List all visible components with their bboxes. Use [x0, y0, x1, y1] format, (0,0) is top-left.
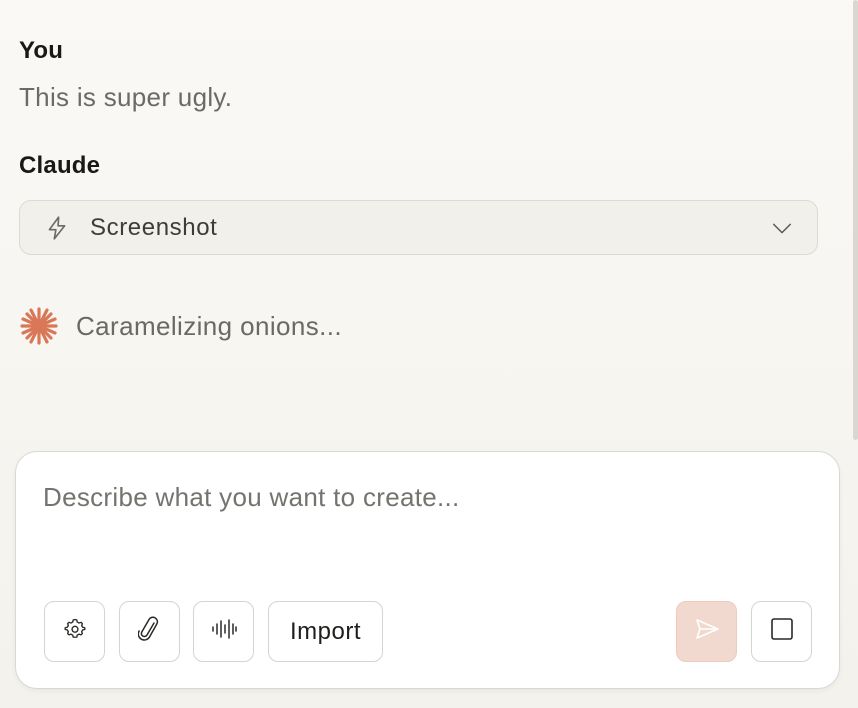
tool-call-screenshot[interactable]: Screenshot [19, 200, 818, 255]
status-text: Caramelizing onions... [76, 310, 343, 341]
waveform-icon [211, 618, 237, 645]
thinking-status: Caramelizing onions... [19, 306, 342, 346]
voice-button[interactable] [193, 601, 254, 662]
chevron-down-icon [771, 217, 793, 239]
settings-button[interactable] [44, 601, 105, 662]
stop-square-icon [770, 618, 793, 645]
attach-button[interactable] [119, 601, 180, 662]
scrollbar[interactable] [853, 0, 858, 440]
user-speaker-label: You [19, 37, 64, 64]
prompt-input[interactable] [43, 482, 803, 513]
send-button[interactable] [676, 601, 737, 662]
bolt-icon [44, 215, 70, 241]
user-message: This is super ugly. [19, 82, 233, 112]
import-button[interactable]: Import [268, 601, 383, 662]
chat-page: You This is super ugly. Claude Screensho… [0, 0, 858, 708]
assistant-speaker-label: Claude [19, 152, 101, 179]
claude-spark-icon [19, 306, 59, 346]
paperclip-icon [137, 616, 162, 647]
gear-icon [64, 618, 86, 645]
send-icon [694, 618, 720, 645]
tool-call-label: Screenshot [90, 213, 218, 241]
composer: Import [15, 451, 840, 689]
stop-button[interactable] [751, 601, 812, 662]
